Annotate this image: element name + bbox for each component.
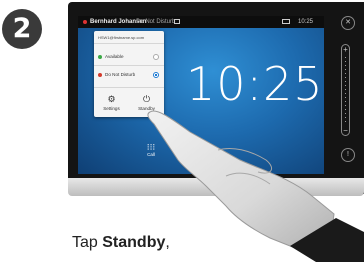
settings-button[interactable]: ⚙ Settings: [94, 89, 129, 117]
status-option-label: Do Not Disturb: [105, 72, 136, 77]
touch-controller-device: Bernhard Johansen Do Not Disturb 10:25 1…: [68, 2, 364, 194]
power-icon: ⏻: [142, 94, 151, 104]
divider: [94, 87, 164, 88]
volume-down-icon[interactable]: −: [342, 126, 349, 135]
panel-address: HSW1@firstname.sp.com: [98, 35, 145, 40]
green-dot-icon: [98, 55, 102, 59]
radio-button-selected[interactable]: [153, 72, 159, 78]
power-icon: !: [347, 151, 349, 158]
device-bezel-base: [68, 178, 364, 196]
call-label: Call: [147, 152, 155, 157]
settings-label: Settings: [103, 106, 120, 111]
radio-button[interactable]: [153, 54, 159, 60]
person-icon: 👤: [179, 142, 191, 152]
volume-ticks: [345, 57, 346, 123]
clock-display: 10:25: [186, 57, 324, 111]
microphone-mute-icon: ✕: [345, 19, 351, 26]
power-side-button[interactable]: !: [341, 148, 355, 162]
caption-prefix: Tap: [72, 234, 103, 251]
caption-emphasis: Standby: [102, 234, 166, 251]
status-option-do-not-disturb[interactable]: Do Not Disturb: [94, 69, 164, 81]
standby-button[interactable]: ⏻ Standby: [129, 89, 164, 117]
divider: [94, 43, 164, 44]
status-bar[interactable]: Bernhard Johansen Do Not Disturb 10:25: [78, 16, 324, 28]
status-text[interactable]: Do Not Disturb: [136, 16, 175, 28]
status-indicator-dot: [83, 20, 87, 24]
volume-slider[interactable]: + −: [341, 44, 350, 136]
caption-suffix: ,: [165, 234, 170, 251]
divider: [94, 65, 164, 66]
contacts-button[interactable]: 👤 Contacts: [174, 142, 196, 157]
camera-status-icon: [174, 19, 180, 24]
call-button[interactable]: ⁝⁝⁝ Call: [140, 142, 162, 157]
instruction-caption: Tap Standby,: [72, 234, 170, 252]
status-option-label: Available: [105, 54, 124, 59]
panel-actions: ⚙ Settings ⏻ Standby: [94, 89, 164, 117]
screen-share-icon: [282, 19, 290, 24]
status-time: 10:25: [298, 19, 314, 25]
standby-label: Standby: [138, 106, 155, 111]
status-option-available[interactable]: Available: [94, 51, 164, 63]
red-dot-icon: [98, 73, 102, 77]
step-number-badge: 2: [2, 9, 42, 49]
contacts-label: Contacts: [176, 152, 194, 157]
keypad-icon: ⁝⁝⁝: [146, 142, 156, 152]
status-dropdown-panel: HSW1@firstname.sp.com Available Do Not D…: [94, 31, 164, 117]
device-screen: Bernhard Johansen Do Not Disturb 10:25 1…: [78, 16, 324, 174]
volume-up-icon[interactable]: +: [342, 45, 349, 54]
gear-icon: ⚙: [107, 94, 116, 104]
mute-mic-button[interactable]: ✕: [341, 16, 355, 30]
